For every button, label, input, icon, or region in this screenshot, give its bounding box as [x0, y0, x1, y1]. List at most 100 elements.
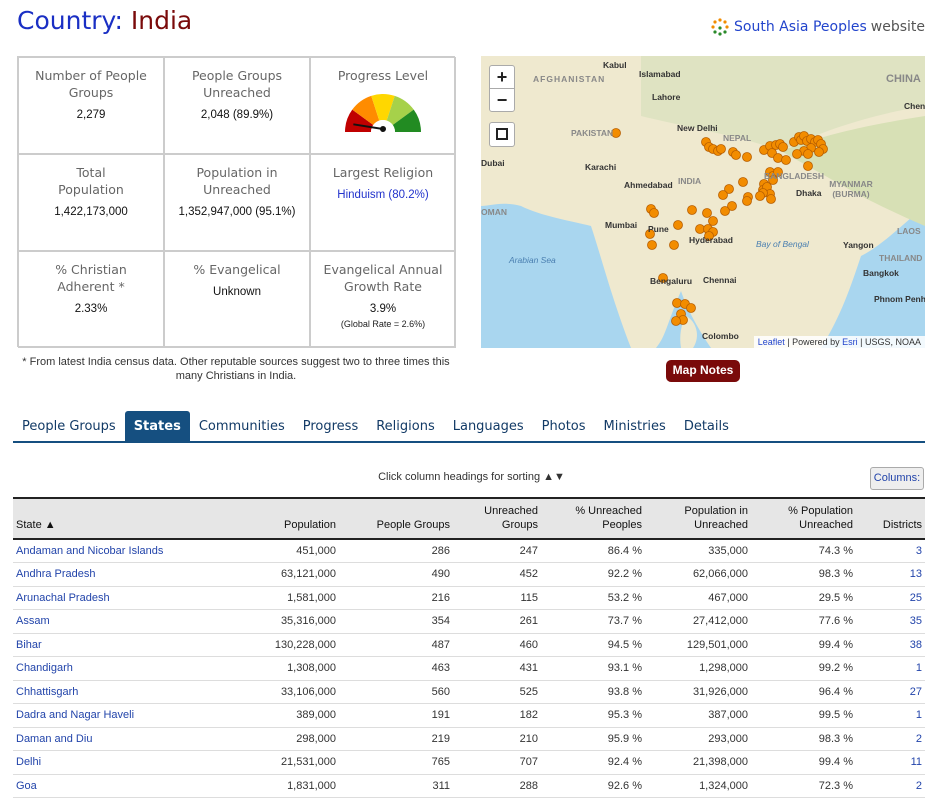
map-label: Dubai [481, 158, 505, 168]
districts-link[interactable]: 27 [856, 680, 925, 704]
attribution-text: | Powered by [787, 337, 840, 347]
people-group-marker[interactable] [702, 208, 712, 218]
people-group-marker[interactable] [672, 298, 682, 308]
table-cell: 21,398,000 [645, 750, 751, 775]
people-group-marker[interactable] [671, 316, 681, 326]
districts-link[interactable]: 35 [856, 609, 925, 634]
map-label: LAOS [897, 226, 921, 236]
columns-button[interactable]: Columns: [870, 467, 924, 490]
districts-link[interactable]: 3 [856, 539, 925, 563]
tab-progress[interactable]: Progress [294, 411, 367, 441]
state-link[interactable]: Daman and Diu [13, 727, 223, 751]
people-group-marker[interactable] [716, 144, 726, 154]
people-group-marker[interactable] [742, 196, 752, 206]
state-link[interactable]: Delhi [13, 750, 223, 775]
column-header[interactable]: Population in Unreached [645, 498, 751, 539]
tab-ministries[interactable]: Ministries [595, 411, 675, 441]
people-group-marker[interactable] [720, 206, 730, 216]
people-group-marker[interactable] [731, 150, 741, 160]
leaflet-link[interactable]: Leaflet [758, 337, 785, 347]
tab-languages[interactable]: Languages [444, 411, 533, 441]
column-header[interactable]: % Population Unreached [751, 498, 856, 539]
people-group-marker[interactable] [755, 191, 765, 201]
state-link[interactable]: Assam [13, 609, 223, 634]
people-group-marker[interactable] [742, 152, 752, 162]
people-group-marker[interactable] [673, 220, 683, 230]
column-header[interactable]: % Unreached Peoples [541, 498, 645, 539]
districts-link[interactable]: 1 [856, 656, 925, 681]
column-header[interactable]: Districts [856, 498, 925, 539]
districts-link[interactable]: 25 [856, 586, 925, 610]
column-header[interactable]: Population [223, 498, 339, 539]
districts-link[interactable]: 38 [856, 633, 925, 657]
column-header[interactable]: Unreached Groups [453, 498, 541, 539]
state-link[interactable]: Andhra Pradesh [13, 562, 223, 587]
stats-grid: Number of People Groups 2,279 People Grou… [17, 56, 456, 348]
state-link[interactable]: Andaman and Nicobar Islands [13, 539, 223, 563]
people-group-marker[interactable] [803, 161, 813, 171]
table-cell: 72.3 % [751, 774, 856, 798]
state-link[interactable]: Chhattisgarh [13, 680, 223, 704]
people-group-marker[interactable] [687, 205, 697, 215]
table-cell: 387,000 [645, 703, 751, 728]
column-header[interactable]: State ▲ [13, 498, 223, 539]
tab-states[interactable]: States [124, 411, 190, 441]
people-group-marker[interactable] [647, 240, 657, 250]
people-group-marker[interactable] [708, 216, 718, 226]
districts-link[interactable]: 11 [856, 750, 925, 775]
people-group-marker[interactable] [718, 190, 728, 200]
state-link[interactable]: Dadra and Nagar Haveli [13, 703, 223, 728]
people-group-marker[interactable] [649, 208, 659, 218]
people-group-marker[interactable] [781, 155, 791, 165]
table-row: Bihar 130,228,000 487 460 94.5 % 129,501,000 9… [13, 633, 925, 657]
stat-label: Population in Unreached [196, 165, 278, 197]
people-group-marker[interactable] [766, 194, 776, 204]
table-cell: 99.4 % [751, 750, 856, 775]
stat-population-in-unreached: Population in Unreached 1,352,947,000 (95… [164, 154, 310, 251]
tab-communities[interactable]: Communities [190, 411, 294, 441]
column-header[interactable]: People Groups [339, 498, 453, 539]
table-cell: 1,324,000 [645, 774, 751, 798]
table-row: Andaman and Nicobar Islands 451,000 286 247… [13, 539, 925, 563]
districts-link[interactable]: 13 [856, 562, 925, 587]
districts-link[interactable]: 2 [856, 727, 925, 751]
people-group-marker[interactable] [778, 142, 788, 152]
map[interactable]: Kabul Islamabad AFGHANISTAN Lahore PAKIS… [481, 56, 925, 348]
stat-number-of-people-groups: Number of People Groups 2,279 [18, 57, 164, 154]
map-label: Islamabad [639, 69, 681, 79]
table-cell: 92.2 % [541, 562, 645, 587]
religion-link[interactable]: Hinduism (80.2%) [337, 189, 428, 201]
districts-link[interactable]: 1 [856, 703, 925, 728]
zoom-out-button[interactable]: − [489, 88, 515, 112]
people-group-marker[interactable] [669, 240, 679, 250]
zoom-in-button[interactable]: + [489, 65, 515, 89]
people-group-marker[interactable] [773, 153, 783, 163]
state-link[interactable]: Goa [13, 774, 223, 798]
state-link[interactable]: Arunachal Pradesh [13, 586, 223, 610]
table-cell: 1,298,000 [645, 656, 751, 681]
map-label: Ahmedabad [624, 180, 673, 190]
map-basemap[interactable] [481, 56, 925, 348]
south-asia-peoples-link[interactable]: South Asia Peoples website [710, 17, 925, 37]
south-asia-peoples-name[interactable]: South Asia Peoples [734, 19, 867, 35]
state-link[interactable]: Bihar [13, 633, 223, 657]
people-group-marker[interactable] [792, 149, 802, 159]
esri-link[interactable]: Esri [842, 337, 858, 347]
people-group-marker[interactable] [686, 303, 696, 313]
stat-value: 2,279 [76, 109, 106, 121]
table-cell: 53.2 % [541, 586, 645, 610]
state-link[interactable]: Chandigarh [13, 656, 223, 681]
people-group-marker[interactable] [738, 177, 748, 187]
tab-people-groups[interactable]: People Groups [13, 411, 125, 441]
fullscreen-button[interactable] [489, 122, 515, 147]
tab-religions[interactable]: Religions [367, 411, 444, 441]
people-group-marker[interactable] [803, 149, 813, 159]
table-cell: 129,501,000 [645, 633, 751, 657]
map-notes-button[interactable]: Map Notes [666, 360, 740, 382]
districts-link[interactable]: 2 [856, 774, 925, 798]
table-cell: 389,000 [223, 703, 339, 728]
people-group-marker[interactable] [814, 147, 824, 157]
tab-photos[interactable]: Photos [533, 411, 595, 441]
tab-details[interactable]: Details [675, 411, 738, 441]
map-label: INDIA [678, 176, 702, 186]
